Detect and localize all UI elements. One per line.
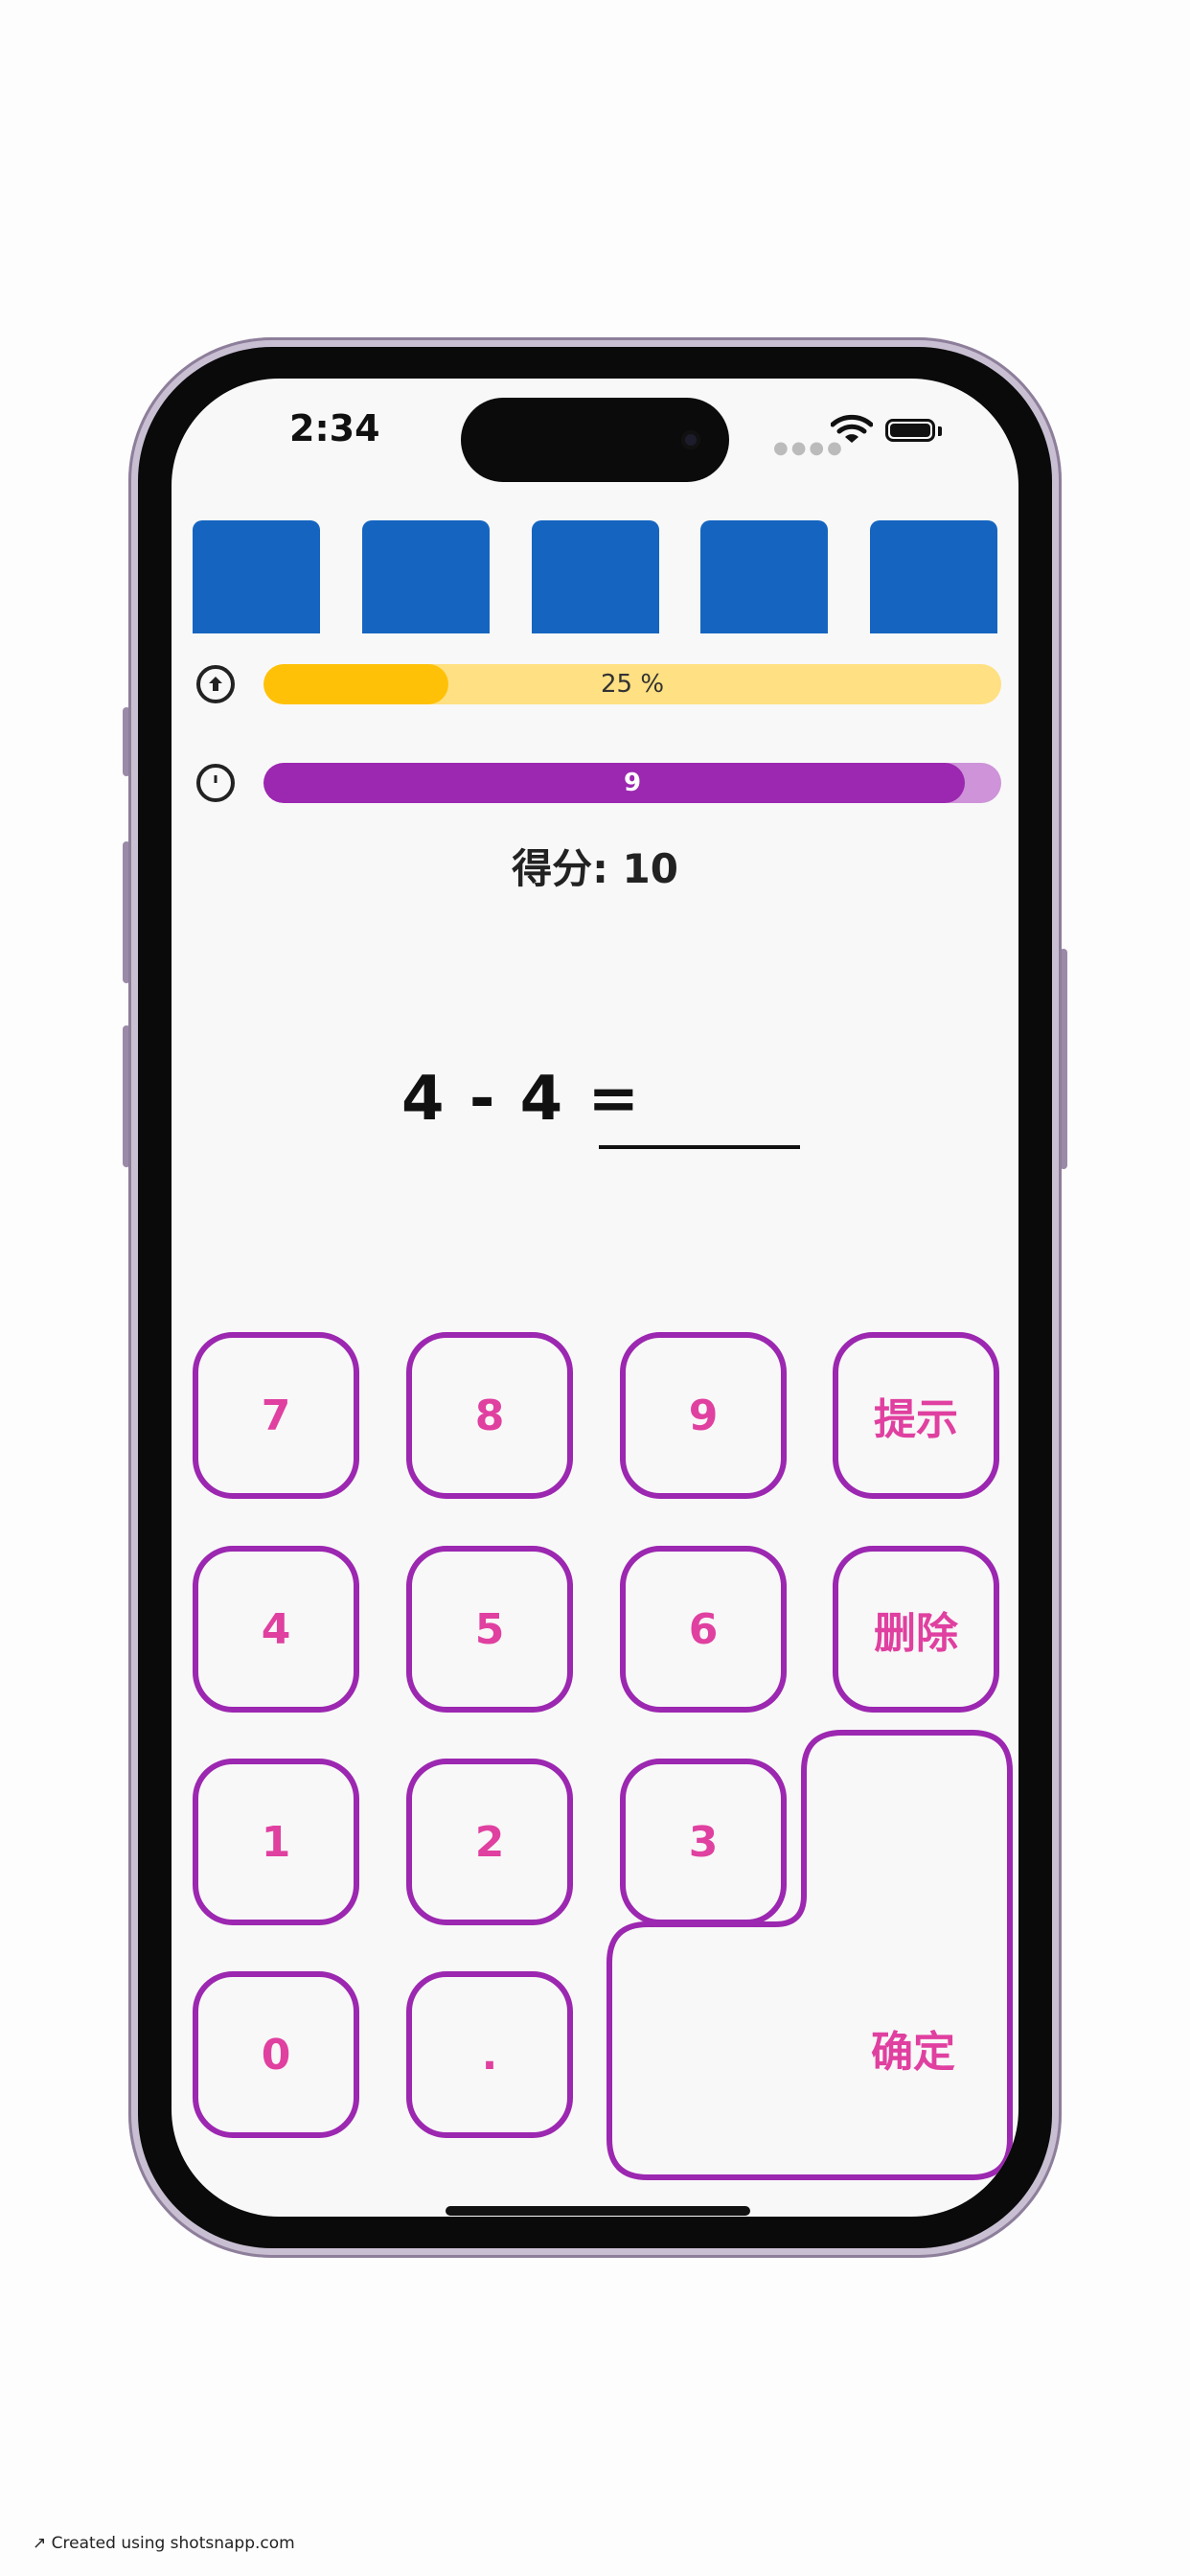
phone-screen: 2:34 ●●●● 25 % 9 得分: 10 4 - 4 = 7 8 9 提示… — [172, 379, 1018, 2217]
confirm-label: 确定 — [871, 2028, 955, 2077]
external-link-icon: ↗ — [33, 2534, 52, 2553]
confirm-button[interactable] — [172, 379, 1018, 2217]
credit-text: ↗ Created using shotsnapp.com — [33, 2534, 295, 2553]
credit-label: Created using shotsnapp.com — [51, 2534, 295, 2553]
home-indicator[interactable] — [446, 2206, 750, 2216]
